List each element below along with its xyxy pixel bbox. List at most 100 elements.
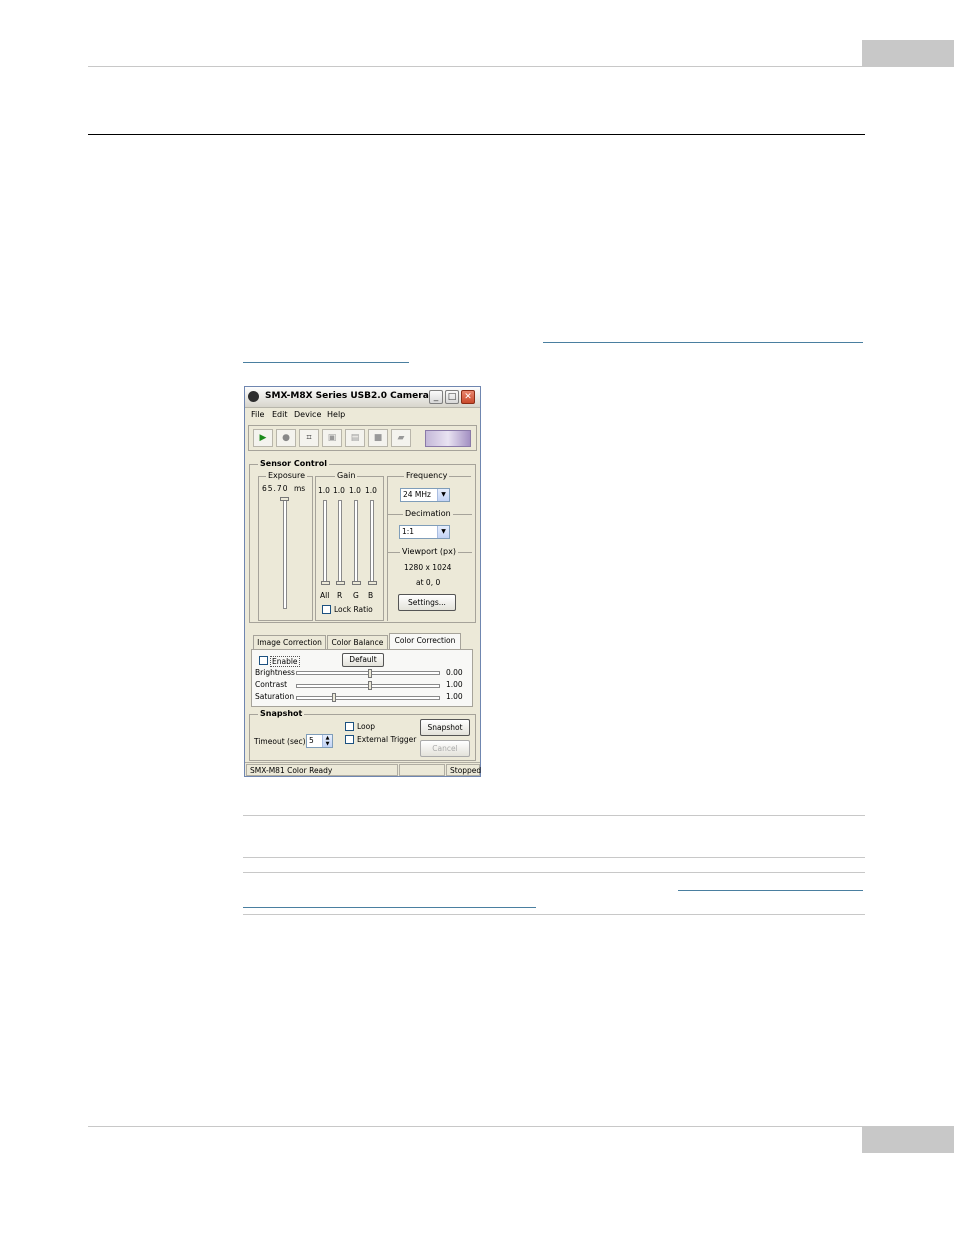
gain-channel-r: R [337, 591, 343, 600]
saturation-slider-thumb[interactable] [332, 693, 336, 702]
decimation-label: Decimation [403, 509, 453, 518]
hyperlink-underline[interactable] [243, 907, 536, 908]
status-state: Stopped [446, 764, 481, 776]
menu-file[interactable]: File [251, 410, 264, 419]
chevron-down-icon[interactable]: ▼ [437, 526, 449, 538]
title-bar: SMX-M8X Series USB2.0 Camera _ □ ✕ [245, 387, 480, 408]
viewport-size: 1280 x 1024 [404, 563, 452, 572]
snapshot-button[interactable]: Snapshot [420, 719, 470, 736]
gain-value-r: 1.0 [333, 486, 345, 495]
exposure-slider-track[interactable] [283, 499, 287, 609]
gain-thumb-all[interactable] [321, 581, 330, 585]
hyperlink-underline[interactable] [543, 342, 863, 343]
gain-slider-all[interactable] [323, 500, 327, 584]
capture-icon[interactable]: ▣ [322, 429, 342, 447]
color-correction-panel: Enable Default Brightness 0.00 Contrast … [251, 649, 473, 707]
section-rule [88, 134, 865, 135]
spinner-arrows-icon[interactable]: ▲ ▼ [322, 735, 332, 747]
footer-rule [88, 1126, 954, 1127]
gain-thumb-g[interactable] [352, 581, 361, 585]
tab-color-balance[interactable]: Color Balance [327, 635, 388, 649]
window-title: SMX-M8X Series USB2.0 Camera [265, 391, 429, 401]
tab-strip: Image Correction Color Balance Color Cor… [251, 633, 476, 649]
contrast-label: Contrast [255, 680, 288, 689]
brightness-slider-thumb[interactable] [368, 669, 372, 678]
footer-tab-marker [862, 1127, 954, 1153]
multi-capture-icon[interactable]: ▤ [345, 429, 365, 447]
app-icon [248, 391, 259, 402]
default-button[interactable]: Default [342, 653, 384, 667]
maximize-button[interactable]: □ [445, 390, 459, 404]
gain-thumb-b[interactable] [368, 581, 377, 585]
brightness-label: Brightness [255, 668, 295, 677]
status-empty [399, 764, 445, 776]
decimation-select[interactable]: 1:1 ▼ [399, 525, 450, 539]
saturation-value: 1.00 [446, 692, 463, 701]
brightness-value: 0.00 [446, 668, 463, 677]
hyperlink-underline[interactable] [678, 890, 863, 891]
play-icon[interactable]: ▶ [253, 429, 273, 447]
record-icon[interactable]: ■ [368, 429, 388, 447]
menu-bar: File Edit Device Help [245, 407, 480, 421]
cancel-button[interactable]: Cancel [420, 740, 470, 757]
exposure-value: 65.70 [262, 484, 289, 493]
gain-channel-all: All [320, 591, 330, 600]
gain-slider-r[interactable] [338, 500, 342, 584]
header-rule [88, 66, 954, 67]
saturation-slider-track[interactable] [296, 696, 440, 700]
menu-edit[interactable]: Edit [272, 410, 288, 419]
contrast-slider-thumb[interactable] [368, 681, 372, 690]
viewport-label: Viewport (px) [400, 547, 458, 556]
tab-color-correction[interactable]: Color Correction [389, 633, 461, 649]
frequency-value: 24 MHz [403, 490, 431, 499]
frequency-select[interactable]: 24 MHz ▼ [400, 488, 450, 502]
crop-icon[interactable]: ⌗ [299, 429, 319, 447]
tab-image-correction[interactable]: Image Correction [253, 635, 326, 649]
gain-group: Gain 1.0 1.0 1.0 1.0 All R G B Lock Rati… [315, 471, 384, 621]
frequency-label: Frequency [404, 471, 450, 480]
header-tab-marker [862, 40, 954, 66]
timeout-spinner[interactable]: 5 ▲ ▼ [306, 734, 333, 748]
snapshot-title: Snapshot [258, 709, 305, 718]
loop-label: Loop [357, 722, 375, 731]
snapshot-group: Snapshot Timeout (sec) 5 ▲ ▼ Loop Externa… [249, 709, 476, 761]
enable-label: Enable [270, 656, 300, 667]
gain-thumb-r[interactable] [336, 581, 345, 585]
camera-app-window: SMX-M8X Series USB2.0 Camera _ □ ✕ File … [244, 386, 481, 777]
decimation-value: 1:1 [402, 527, 415, 536]
external-trigger-checkbox[interactable] [345, 735, 354, 744]
lock-ratio-checkbox[interactable] [322, 605, 331, 614]
gain-value-all: 1.0 [318, 486, 330, 495]
menu-help[interactable]: Help [327, 410, 345, 419]
exposure-slider-thumb[interactable] [280, 497, 289, 501]
status-text: SMX-M81 Color Ready [246, 764, 398, 776]
timeout-value: 5 [309, 736, 314, 745]
gain-slider-b[interactable] [370, 500, 374, 584]
lock-ratio-label: Lock Ratio [334, 605, 373, 614]
timeout-label: Timeout (sec) [254, 737, 306, 746]
hyperlink-underline[interactable] [243, 362, 409, 363]
stop-icon[interactable]: ● [276, 429, 296, 447]
viewport-position: at 0, 0 [416, 578, 441, 587]
menu-device[interactable]: Device [294, 410, 321, 419]
contrast-value: 1.00 [446, 680, 463, 689]
sensor-control-group: Sensor Control Exposure 65.70 ms Gain 1.… [249, 459, 476, 623]
note-rule-bottom [243, 914, 865, 915]
gain-label: Gain [335, 471, 358, 480]
gain-slider-g[interactable] [354, 500, 358, 584]
loop-checkbox[interactable] [345, 722, 354, 731]
close-button[interactable]: ✕ [461, 390, 475, 404]
exposure-group: Exposure 65.70 ms [258, 471, 313, 621]
note-rule-top [243, 815, 865, 816]
exposure-label: Exposure [266, 471, 308, 480]
gain-value-g: 1.0 [349, 486, 361, 495]
viewport-settings-button[interactable]: Settings... [398, 594, 456, 611]
enable-checkbox[interactable] [259, 656, 268, 665]
video-icon[interactable]: ▰ [391, 429, 411, 447]
note-rule-bottom [243, 857, 865, 858]
frequency-group: Frequency 24 MHz ▼ Decimation 1:1 ▼ View… [387, 471, 472, 621]
status-bar: SMX-M81 Color Ready Stopped [245, 762, 481, 777]
external-trigger-label: External Trigger [357, 735, 417, 744]
minimize-button[interactable]: _ [429, 390, 443, 404]
chevron-down-icon[interactable]: ▼ [437, 489, 449, 501]
